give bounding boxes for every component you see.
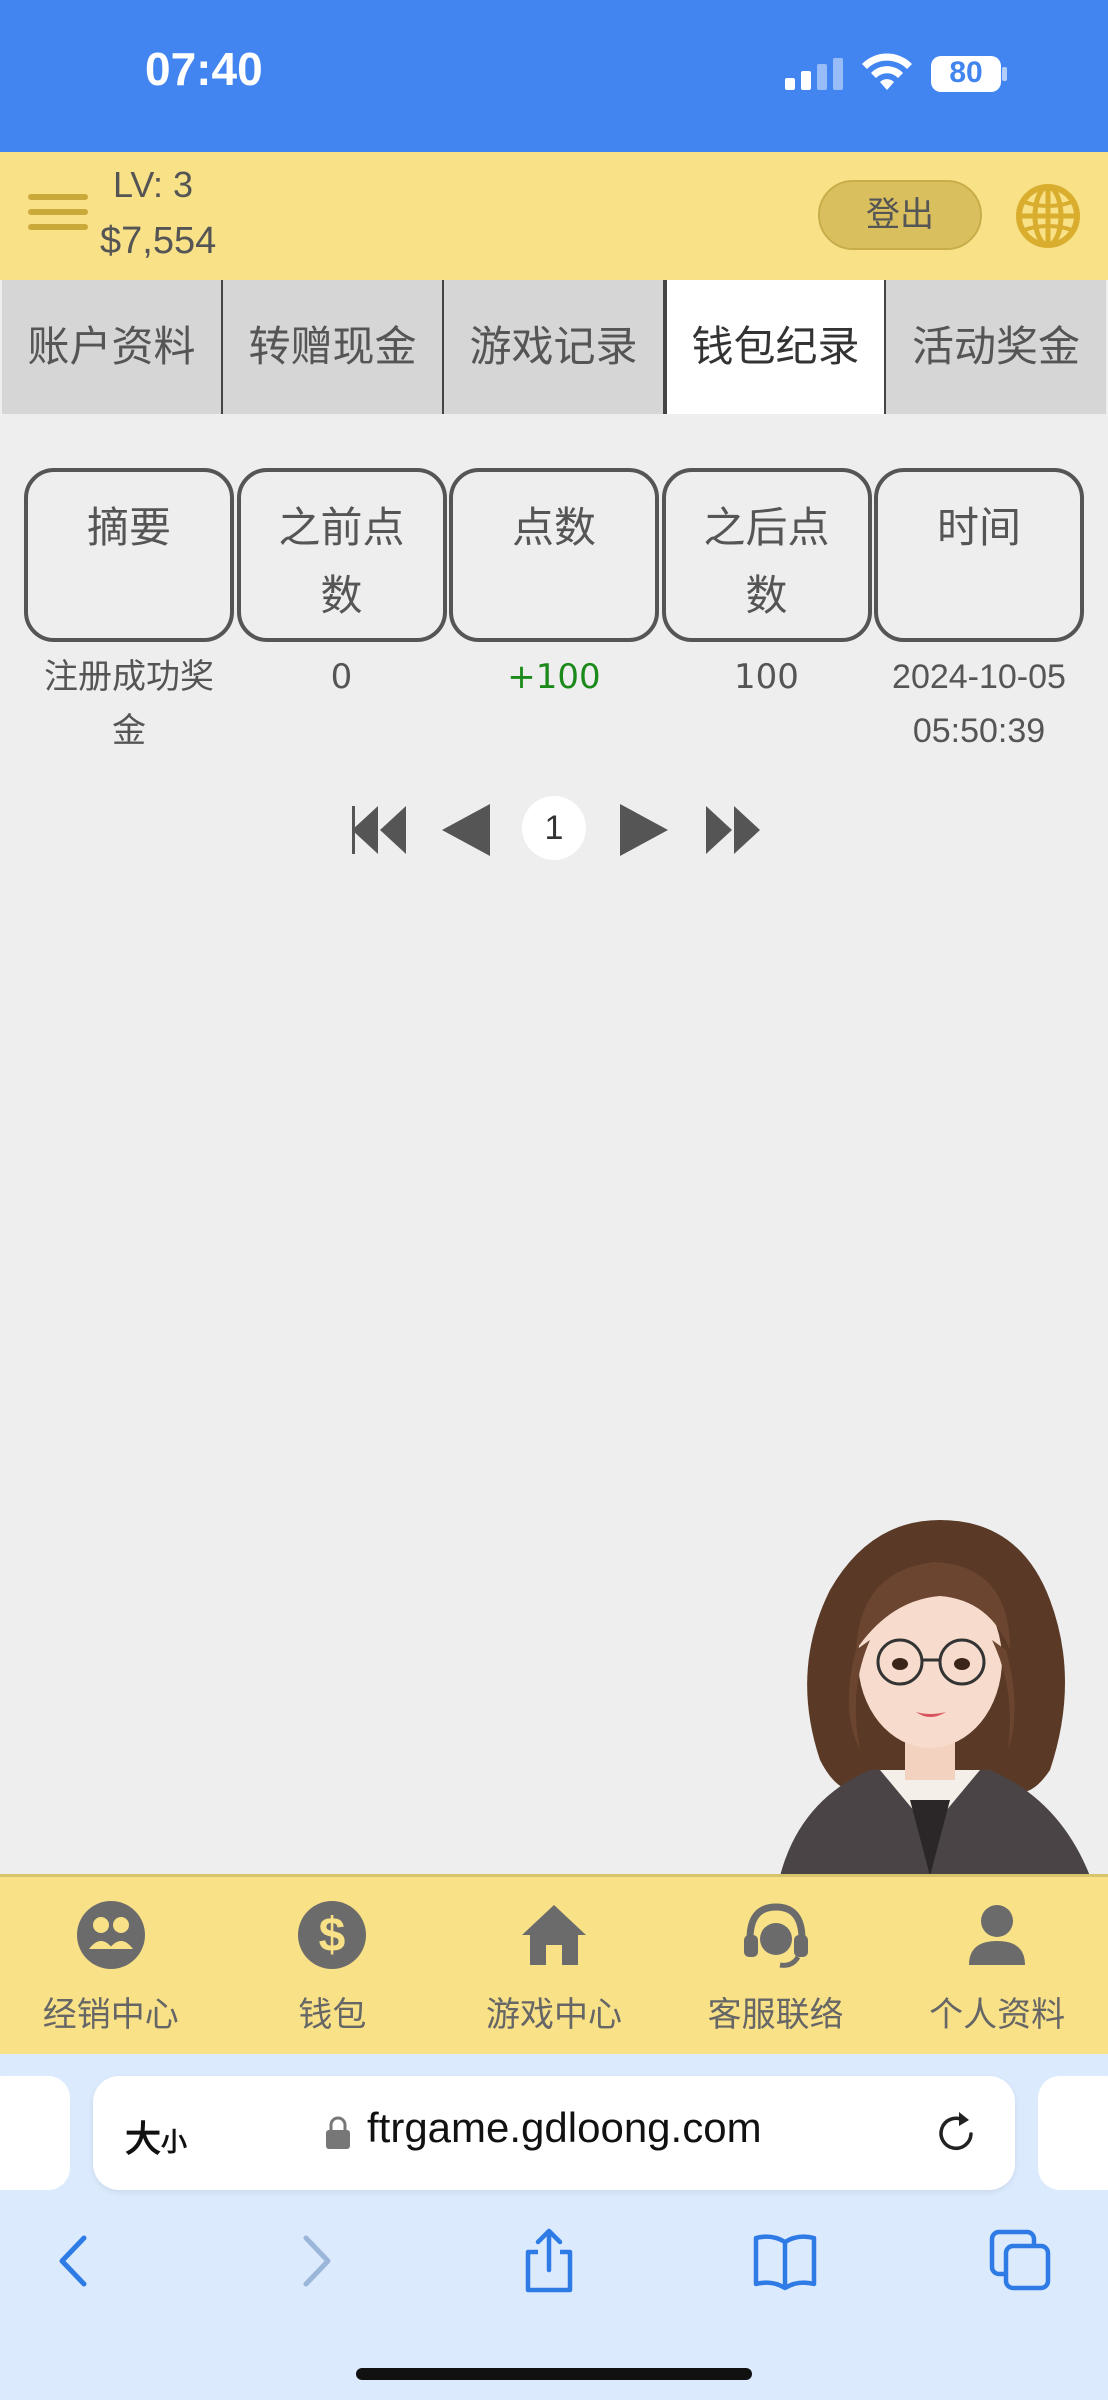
status-time: 07:40: [145, 43, 263, 95]
text-size-small-label: 小: [161, 2128, 188, 2158]
wifi-icon: [862, 53, 912, 90]
bookmarks-icon[interactable]: [752, 2228, 818, 2294]
nav-label-support: 客服联络: [707, 1995, 844, 2035]
column-header-time: 时间: [874, 468, 1084, 642]
logout-button[interactable]: 登出: [818, 180, 982, 250]
column-header-after-points: 之后点数: [661, 468, 872, 642]
cell-time: 2024-10-05 05:50:39: [874, 650, 1084, 758]
nav-label-wallet: 钱包: [298, 1995, 367, 2035]
tab-account-info[interactable]: 账户资料: [2, 280, 223, 414]
cell-time-clock: 05:50:39: [912, 712, 1046, 750]
user-level: LV: 3: [113, 164, 194, 205]
first-page-icon[interactable]: [350, 796, 408, 864]
user-balance: $7,554: [100, 220, 217, 262]
current-page-number[interactable]: 1: [522, 796, 586, 860]
column-header-summary: 摘要: [24, 468, 234, 642]
reload-icon[interactable]: [933, 2110, 979, 2156]
pagination: 1: [340, 796, 770, 864]
next-page-icon[interactable]: [618, 796, 670, 864]
nav-label-agent-center: 经销中心: [42, 1995, 179, 2035]
headset-support-icon: [743, 1903, 808, 1968]
previous-tab-preview[interactable]: [0, 2076, 70, 2190]
browser-toolbar: 大小 ftrgame.gdloong.com: [0, 2054, 1108, 2400]
last-page-icon[interactable]: [704, 796, 762, 864]
tab-event-bonus[interactable]: 活动奖金: [886, 280, 1106, 414]
address-bar[interactable]: 大小 ftrgame.gdloong.com: [93, 2076, 1015, 2190]
nav-label-profile: 个人资料: [929, 1995, 1066, 2035]
battery-level: 80: [949, 56, 983, 89]
nav-item-wallet[interactable]: $ 钱包: [222, 1877, 444, 2057]
wallet-table-header: 摘要 之前点数 点数 之后点数 时间: [24, 468, 1084, 642]
cell-summary: 注册成功奖金: [44, 657, 214, 751]
customer-service-avatar[interactable]: [760, 1500, 1100, 1876]
svg-text:$: $: [319, 1909, 346, 1962]
app-header: LV: 3 $7,554 登出: [0, 152, 1108, 280]
agent-center-icon: [76, 1901, 145, 1969]
nav-item-game-center[interactable]: 游戏中心: [443, 1877, 665, 2057]
back-icon[interactable]: [42, 2228, 108, 2294]
cell-before-points: 0: [330, 657, 353, 697]
cell-points: +100: [507, 657, 601, 697]
text-size-button[interactable]: 大小: [125, 2110, 187, 2162]
battery-icon: 80: [930, 54, 1008, 94]
share-icon[interactable]: [516, 2228, 582, 2294]
column-header-points: 点数: [449, 468, 659, 642]
nav-item-profile[interactable]: 个人资料: [886, 1877, 1108, 2057]
url-text: ftrgame.gdloong.com: [367, 2104, 762, 2151]
table-row: 注册成功奖金 0 +100 100 2024-10-05 05:50:39: [24, 650, 1084, 758]
cell-after-points: 100: [734, 657, 799, 697]
bottom-navigation: 经销中心 $ 钱包 游戏中心 客服联络 个人资料: [0, 1874, 1108, 2054]
tab-wallet-records[interactable]: 钱包纪录: [665, 280, 886, 414]
home-indicator: [356, 2368, 752, 2380]
home-icon: [521, 1905, 586, 1965]
globe-icon[interactable]: [1014, 182, 1082, 250]
text-size-large-label: 大: [125, 2119, 162, 2160]
cellular-signal-icon: [785, 58, 843, 90]
tabs-overview-icon[interactable]: [988, 2228, 1054, 2294]
prev-page-icon[interactable]: [440, 796, 492, 864]
status-bar: 07:40 80: [0, 0, 1108, 152]
tab-game-records[interactable]: 游戏记录: [444, 280, 665, 414]
dollar-wallet-icon: $: [298, 1901, 367, 1969]
forward-icon[interactable]: [282, 2228, 348, 2294]
nav-item-support[interactable]: 客服联络: [665, 1877, 887, 2057]
nav-item-agent-center[interactable]: 经销中心: [0, 1877, 222, 2057]
account-tabs: 账户资料 转赠现金 游戏记录 钱包纪录 活动奖金: [2, 280, 1108, 414]
next-tab-preview[interactable]: [1038, 2076, 1108, 2190]
lock-icon: [326, 2116, 350, 2149]
user-profile-icon: [969, 1905, 1026, 1965]
cell-time-date: 2024-10-05: [892, 658, 1066, 696]
hamburger-menu-icon[interactable]: [28, 194, 88, 238]
nav-label-game-center: 游戏中心: [485, 1995, 622, 2035]
column-header-before-points: 之前点数: [236, 468, 447, 642]
tab-transfer-cash[interactable]: 转赠现金: [223, 280, 444, 414]
